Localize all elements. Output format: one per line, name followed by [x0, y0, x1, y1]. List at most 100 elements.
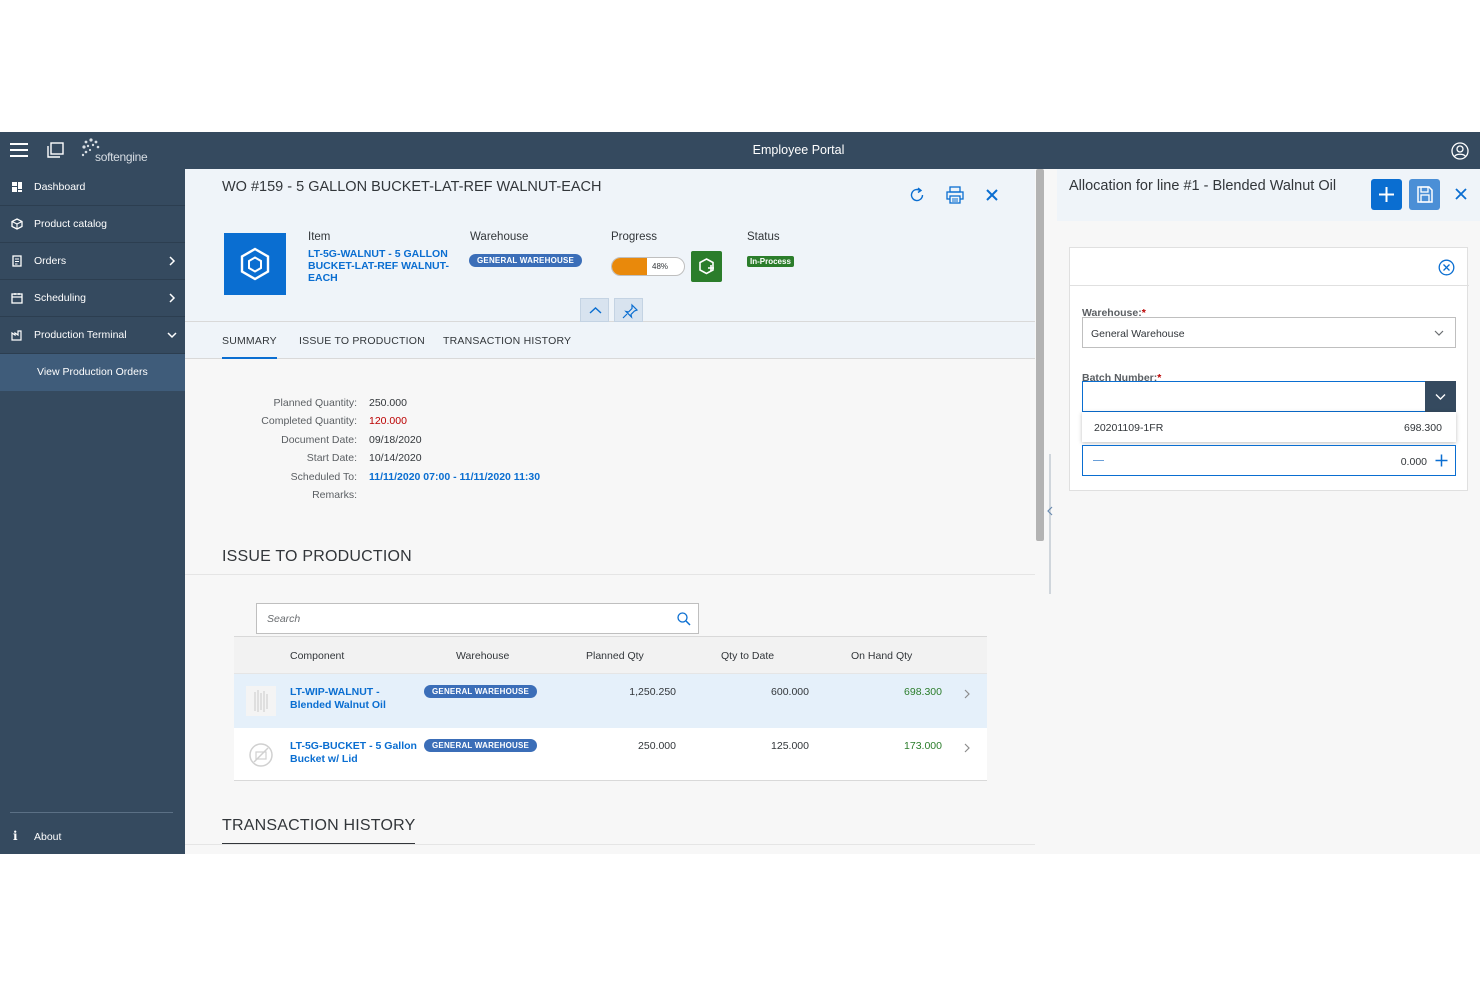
- remove-circle-icon[interactable]: [1438, 259, 1455, 276]
- sidebar-item-label: Product catalog: [34, 218, 107, 230]
- no-image-icon: [249, 743, 273, 767]
- table-row[interactable]: LT-WIP-WALNUT - Blended Walnut Oil GENER…: [234, 674, 987, 728]
- warehouse-select[interactable]: General Warehouse: [1082, 317, 1456, 348]
- allocation-card: Warehouse:* General Warehouse Batch Numb…: [1069, 247, 1469, 491]
- planned-quantity-value: 250.000: [369, 397, 407, 409]
- column-planned-qty: Planned Qty: [586, 650, 644, 662]
- allocation-header: Allocation for line #1 - Blended Walnut …: [1057, 169, 1480, 221]
- batch-dropdown-button[interactable]: [1425, 381, 1456, 412]
- user-avatar-icon[interactable]: [1451, 142, 1469, 160]
- item-image: [224, 233, 286, 295]
- splitter-bar[interactable]: [1049, 454, 1051, 594]
- product-thumbnail: [246, 686, 276, 716]
- chevron-right-icon[interactable]: [963, 742, 971, 754]
- sidebar-item-scheduling[interactable]: Scheduling: [0, 280, 185, 317]
- on-hand-qty: 698.300: [904, 686, 942, 698]
- allocation-panel: Allocation for line #1 - Blended Walnut …: [1057, 169, 1480, 854]
- plus-icon[interactable]: [1435, 454, 1448, 467]
- chevron-down-icon: [167, 332, 177, 339]
- add-production-icon: [699, 258, 714, 275]
- chevron-right-icon[interactable]: [963, 688, 971, 700]
- report-completion-button[interactable]: [691, 251, 722, 282]
- table-header: Component Warehouse Planned Qty Qty to D…: [234, 637, 987, 674]
- object-header: WO #159 - 5 GALLON BUCKET-LAT-REF WALNUT…: [185, 169, 1035, 322]
- chevron-up-icon: [589, 307, 602, 314]
- batch-option[interactable]: 20201109-1FR 698.300: [1082, 412, 1456, 442]
- history-section-title: TRANSACTION HISTORY: [222, 817, 416, 844]
- tab-summary[interactable]: SUMMARY: [222, 335, 277, 359]
- factory-icon: [11, 330, 22, 341]
- refresh-icon[interactable]: [907, 185, 927, 205]
- scrollbar-thumb[interactable]: [1036, 169, 1044, 541]
- shell-bar: softengine Employee Portal: [0, 132, 1480, 169]
- warehouse-badge: GENERAL WAREHOUSE: [424, 685, 538, 698]
- add-button[interactable]: [1371, 179, 1402, 210]
- item-label: Item: [308, 231, 331, 243]
- qty-to-date: 125.000: [771, 740, 809, 752]
- issue-section-title: ISSUE TO PRODUCTION: [222, 548, 412, 575]
- component-link[interactable]: LT-WIP-WALNUT - Blended Walnut Oil: [290, 686, 420, 712]
- tab-issue-to-production[interactable]: ISSUE TO PRODUCTION: [299, 335, 425, 347]
- sidebar-item-label: Production Terminal: [34, 329, 127, 341]
- progress-bar: 48%: [611, 257, 685, 276]
- warehouse-badge: GENERAL WAREHOUSE: [424, 739, 538, 752]
- chevron-right-icon: [169, 256, 176, 266]
- chevron-down-icon: [1434, 330, 1444, 336]
- warehouse-label: Warehouse: [470, 231, 529, 243]
- about-label: About: [34, 831, 62, 843]
- section-divider: [185, 844, 1035, 845]
- allocation-title: Allocation for line #1 - Blended Walnut …: [1069, 178, 1337, 194]
- orders-icon: [12, 255, 22, 267]
- start-date-label: Start Date:: [306, 452, 357, 464]
- section-divider: [185, 574, 1035, 575]
- batch-number-input[interactable]: [1082, 381, 1456, 412]
- document-date-label: Document Date:: [281, 434, 357, 446]
- column-qty-to-date: Qty to Date: [721, 650, 775, 662]
- progress-percent: 48%: [652, 262, 669, 271]
- sidebar-item-product-catalog[interactable]: Product catalog: [0, 206, 185, 243]
- minus-icon[interactable]: [1093, 460, 1104, 461]
- planned-qty: 1,250.250: [629, 686, 676, 698]
- start-date-value: 10/14/2020: [369, 452, 422, 464]
- batch-option-quantity: 698.300: [1404, 422, 1442, 434]
- collapse-header-button[interactable]: [580, 298, 609, 322]
- product-box-icon: [240, 247, 270, 281]
- completed-quantity-value: 120.000: [369, 415, 407, 427]
- work-order-page: WO #159 - 5 GALLON BUCKET-LAT-REF WALNUT…: [185, 169, 1035, 854]
- pin-icon: [622, 303, 639, 319]
- sidebar-divider: [10, 812, 173, 813]
- close-icon[interactable]: [982, 185, 1002, 205]
- item-link[interactable]: LT-5G-WALNUT - 5 GALLON BUCKET-LAT-REF W…: [308, 248, 458, 284]
- table-row[interactable]: LT-5G-BUCKET - 5 Gallon Bucket w/ Lid GE…: [234, 728, 987, 782]
- close-panel-icon[interactable]: [1454, 187, 1468, 201]
- card-toolbar: [1070, 248, 1469, 286]
- calendar-icon: [11, 293, 23, 304]
- warehouse-select-value: General Warehouse: [1091, 328, 1185, 340]
- info-icon: i: [13, 829, 18, 843]
- sidebar: Dashboard Product catalog Orders Schedul…: [0, 169, 185, 854]
- search-placeholder: Search: [267, 613, 301, 625]
- chevron-down-icon: [1435, 394, 1446, 400]
- sidebar-item-about[interactable]: i About: [0, 829, 185, 849]
- chevron-left-icon[interactable]: [1045, 505, 1055, 517]
- pin-header-button[interactable]: [614, 298, 643, 322]
- sidebar-item-label: Dashboard: [34, 181, 86, 193]
- search-input[interactable]: Search: [256, 603, 699, 634]
- quantity-stepper[interactable]: 0.000: [1082, 445, 1456, 476]
- column-on-hand-qty: On Hand Qty: [851, 650, 913, 662]
- tab-transaction-history[interactable]: TRANSACTION HISTORY: [443, 335, 571, 347]
- save-button[interactable]: [1409, 179, 1440, 210]
- sidebar-item-dashboard[interactable]: Dashboard: [0, 169, 185, 206]
- components-table: Component Warehouse Planned Qty Qty to D…: [234, 636, 987, 781]
- scheduled-to-value[interactable]: 11/11/2020 07:00 - 11/11/2020 11:30: [369, 471, 540, 483]
- scheduled-to-label: Scheduled To:: [290, 471, 357, 483]
- print-icon[interactable]: [945, 185, 965, 205]
- sidebar-item-production-terminal[interactable]: Production Terminal: [0, 317, 185, 354]
- component-link[interactable]: LT-5G-BUCKET - 5 Gallon Bucket w/ Lid: [290, 740, 420, 766]
- page-title: WO #159 - 5 GALLON BUCKET-LAT-REF WALNUT…: [222, 179, 602, 195]
- column-component: Component: [290, 650, 345, 662]
- search-icon[interactable]: [677, 612, 691, 626]
- planned-qty: 250.000: [638, 740, 676, 752]
- sidebar-item-orders[interactable]: Orders: [0, 243, 185, 280]
- sidebar-subitem-view-production-orders[interactable]: View Production Orders: [0, 354, 185, 391]
